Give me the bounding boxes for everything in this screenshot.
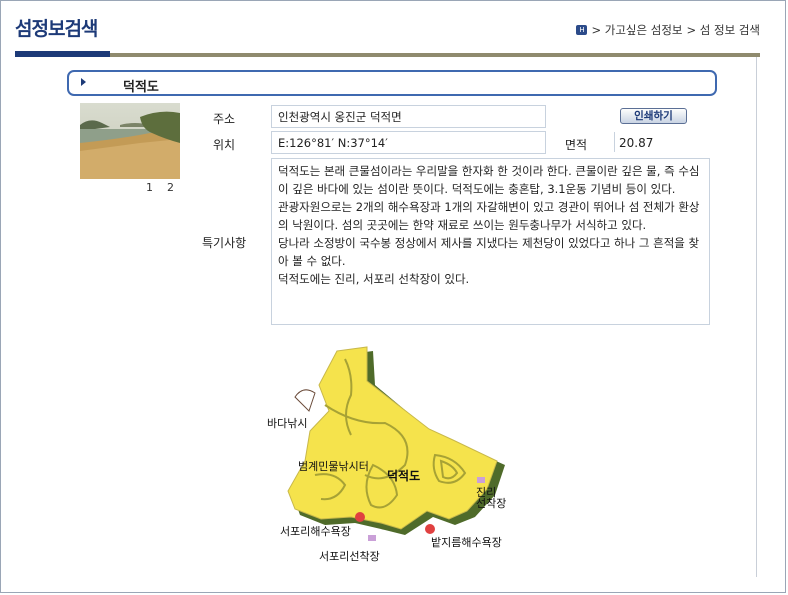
bullet-arrow-icon xyxy=(81,78,86,86)
island-name: 덕적도 xyxy=(123,80,159,95)
address-value: 인천광역시 옹진군 덕적면 xyxy=(271,105,546,128)
notes-label: 특기사항 xyxy=(202,236,247,250)
island-name-bar: 덕적도 xyxy=(67,70,717,96)
location-value: E:126°81′ N:37°14′ xyxy=(271,131,546,154)
batjireum-beach-marker-icon xyxy=(425,524,435,534)
map-label-batjireum-beach: 밭지름해수욕장 xyxy=(431,536,502,549)
notes-paragraph: 당나라 소정방이 국수봉 정상에서 제사를 지냈다는 제천당이 있었다고 하나 … xyxy=(278,236,700,268)
map-label-seopori-dock: 서포리선착장 xyxy=(319,550,380,563)
area-label: 면적 xyxy=(565,138,588,152)
location-label: 위치 xyxy=(213,138,236,152)
notes-paragraph: 덕적도는 본래 큰물섬이라는 우리말을 한자화 한 것이라 한다. 큰물이란 깊… xyxy=(278,164,700,196)
area-value: 20.87 xyxy=(619,136,654,150)
map-label-observatory: 범계민물낚시터 xyxy=(298,460,369,473)
page-title: 섬정보검색 xyxy=(15,18,98,40)
breadcrumb-item[interactable]: > 가고싶은 섬정보 xyxy=(591,22,682,38)
right-divider xyxy=(756,57,757,577)
sea-fishing-marker-icon xyxy=(294,389,316,412)
breadcrumb-item[interactable]: > 섬 정보 검색 xyxy=(686,22,760,38)
area-divider xyxy=(614,132,615,152)
photo-page-link[interactable]: 2 xyxy=(167,181,174,194)
photo-page-link[interactable]: 1 xyxy=(146,181,153,194)
island-map: 바다낚시 범계민물낚시터 덕적도 진리 선착장 서포리해수욕장 밭지름해수욕장 … xyxy=(255,345,525,565)
map-label-seopori-beach: 서포리해수욕장 xyxy=(280,525,351,538)
notes-text: 덕적도는 본래 큰물섬이라는 우리말을 한자화 한 것이라 한다. 큰물이란 깊… xyxy=(271,158,710,325)
map-label-island: 덕적도 xyxy=(387,469,421,483)
notes-paragraph: 덕적도에는 진리, 서포리 선착장이 있다. xyxy=(278,272,470,286)
notes-paragraph: 관광자원으로는 2개의 해수욕장과 1개의 자갈해변이 있고 경관이 뛰어나 섬… xyxy=(278,200,700,232)
breadcrumb: H > 가고싶은 섬정보 > 섬 정보 검색 xyxy=(576,22,760,38)
seopori-dock-marker-icon xyxy=(368,535,376,541)
island-photo[interactable] xyxy=(80,103,180,179)
home-icon[interactable]: H xyxy=(576,25,588,35)
header-divider xyxy=(15,51,760,57)
map-label-sea-fishing: 바다낚시 xyxy=(267,417,308,430)
photo-pager: 1 2 xyxy=(146,181,174,194)
map-label-jinri-dock: 진리 선착장 xyxy=(476,486,507,510)
print-button[interactable]: 인쇄하기 xyxy=(620,108,687,124)
seopori-beach-marker-icon xyxy=(355,512,365,522)
jinri-dock-marker-icon xyxy=(477,477,485,483)
address-label: 주소 xyxy=(213,112,236,126)
